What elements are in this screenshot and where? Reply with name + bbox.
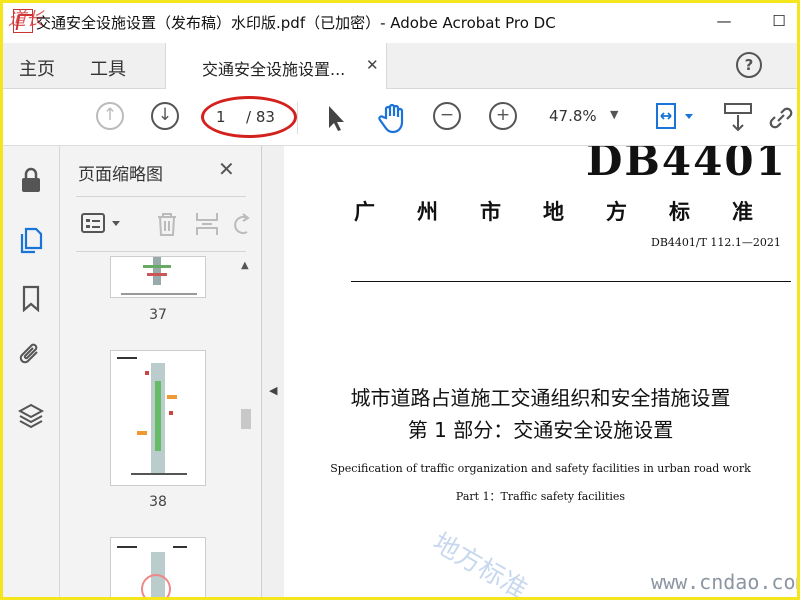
scrollbar-thumb[interactable] xyxy=(241,409,251,429)
thumbnail-toolbar xyxy=(76,206,251,242)
tab-bar: 主页 工具 交通安全设施设置... ✕ ? xyxy=(3,43,797,89)
site-watermark: www.cndao.com xyxy=(651,570,797,594)
fit-page-icon[interactable] xyxy=(653,100,697,136)
tab-label: 交通安全设施设置... xyxy=(202,60,346,79)
toolbar-divider xyxy=(297,102,298,134)
thumbnail-options-icon[interactable] xyxy=(80,212,126,236)
lock-icon[interactable] xyxy=(17,166,45,194)
pane-title: 页面缩略图 xyxy=(78,165,163,185)
page-total-label: / 83 xyxy=(246,108,275,126)
english-title-line1: Specification of traffic organization an… xyxy=(330,462,751,475)
collapse-arrow-icon[interactable]: ◀ xyxy=(269,384,277,397)
zoom-in-button[interactable]: + xyxy=(489,102,517,130)
window-title: 交通安全设施设置（发布稿）水印版.pdf（已加密）- Adobe Acrobat… xyxy=(36,14,556,32)
hand-tool-icon[interactable] xyxy=(377,102,409,134)
thumbnail-page-number: 38 xyxy=(149,494,167,510)
delete-page-icon[interactable] xyxy=(154,210,180,238)
zoom-out-button[interactable]: − xyxy=(433,102,461,130)
zoom-level[interactable]: 47.8% xyxy=(549,107,597,125)
pane-divider xyxy=(76,251,246,252)
zoom-dropdown-icon[interactable]: ▼ xyxy=(610,108,618,121)
page-number-field[interactable]: 1 / 83 xyxy=(208,104,290,132)
thumbnail-list: 37 38 39 xyxy=(60,256,238,597)
header-rule xyxy=(351,281,791,282)
standard-number: DB4401/T 112.1—2021 xyxy=(651,236,781,249)
help-icon[interactable]: ? xyxy=(736,52,762,78)
region-title: 广州市地方标准 xyxy=(354,199,795,224)
toolbar: ↑ ↓ 1 / 83 − + 47.8% ▼ xyxy=(3,90,797,146)
scroll-up-icon[interactable]: ▲ xyxy=(241,260,249,271)
page-current-input[interactable]: 1 xyxy=(216,108,226,126)
layers-icon[interactable] xyxy=(17,401,45,429)
thumbnail-pane: 页面缩略图 ✕ 37 38 ▲ xyxy=(60,146,262,597)
thumbnail-page[interactable] xyxy=(110,256,206,298)
thumbnail-scrollbar[interactable]: ▲ xyxy=(238,256,254,597)
menu-tools[interactable]: 工具 xyxy=(90,55,126,81)
page-thumbnails-icon[interactable] xyxy=(17,226,45,254)
document-page: DB4401 广州市地方标准 DB4401/T 112.1—2021 城市道路占… xyxy=(284,146,797,597)
english-title-line2: Part 1：Traffic safety facilities xyxy=(455,490,626,503)
pane-close-icon[interactable]: ✕ xyxy=(218,157,235,181)
share-link-icon[interactable] xyxy=(765,102,797,134)
minimize-button[interactable]: — xyxy=(706,7,742,35)
thumbnail-page[interactable] xyxy=(110,537,206,597)
extract-pages-icon[interactable] xyxy=(194,210,220,238)
pane-collapse-gutter[interactable]: ◀ xyxy=(262,146,284,597)
next-page-button[interactable]: ↓ xyxy=(151,102,179,130)
standard-code: DB4401 xyxy=(586,146,787,185)
left-navigation-rail xyxy=(3,146,60,597)
document-title-line1: 城市道路占道施工交通组织和安全措施设置 xyxy=(350,386,731,410)
title-bar: 道长 交通安全设施设置（发布稿）水印版.pdf（已加密）- Adobe Acro… xyxy=(3,3,797,43)
diagonal-watermark: 地方标准 xyxy=(427,527,533,597)
acrobat-window: 道长 交通安全设施设置（发布稿）水印版.pdf（已加密）- Adobe Acro… xyxy=(3,3,797,597)
thumbnail-page-number: 37 xyxy=(149,307,167,323)
document-title-line2: 第 1 部分：交通安全设施设置 xyxy=(407,418,674,442)
maximize-button[interactable]: ☐ xyxy=(761,7,797,35)
tab-close-icon[interactable]: ✕ xyxy=(366,56,379,74)
scan-icon[interactable] xyxy=(723,100,753,136)
rotate-page-icon[interactable] xyxy=(233,210,251,238)
thumbnail-page[interactable] xyxy=(110,350,206,486)
pane-divider xyxy=(76,196,246,197)
previous-page-button[interactable]: ↑ xyxy=(96,102,124,130)
select-tool-icon[interactable] xyxy=(325,104,347,132)
menu-home[interactable]: 主页 xyxy=(19,55,55,81)
tab-document[interactable]: 交通安全设施设置... ✕ xyxy=(165,43,387,89)
attachment-icon[interactable] xyxy=(17,340,45,368)
bookmark-icon[interactable] xyxy=(17,284,45,312)
